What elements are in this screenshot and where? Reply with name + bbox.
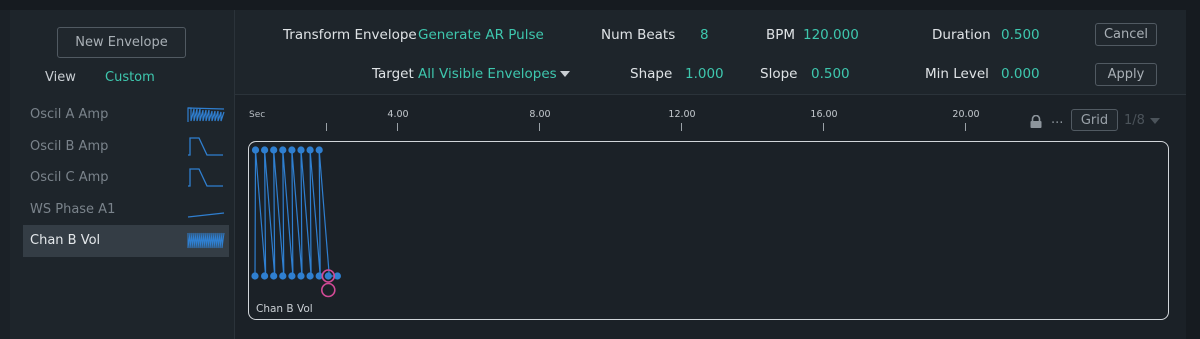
grid-value[interactable]: 1/8 (1124, 113, 1145, 128)
transform-envelope-label: Transform Envelope (283, 27, 417, 43)
ruler-tick (965, 123, 966, 131)
envelope-node[interactable] (261, 272, 269, 280)
bpm-label: BPM (766, 27, 796, 43)
envelope-editor: Sec 4.00 8.00 12.00 16.00 20.00 ... Grid… (235, 95, 1186, 339)
envelope-node[interactable] (306, 272, 314, 280)
envelope-node[interactable] (279, 272, 287, 280)
envelope-node[interactable] (251, 146, 260, 154)
view-label: View (45, 70, 76, 85)
ar-pulse-icon (188, 168, 223, 187)
envelope-item-label: WS Phase A1 (30, 201, 116, 217)
envelope-node[interactable] (288, 272, 296, 280)
envelope-item-chan-b-vol[interactable]: Chan B Vol (23, 225, 229, 257)
grid-button[interactable]: Grid (1071, 109, 1118, 131)
ruler-tick (539, 123, 540, 131)
linear-rise-icon (187, 211, 225, 218)
ruler-label: 8.00 (529, 109, 551, 120)
envelope-item-label: Oscil B Amp (30, 138, 109, 154)
ruler-tick (397, 123, 398, 131)
duration-label: Duration (932, 27, 991, 43)
envelope-node[interactable] (315, 146, 323, 154)
ruler-label: 16.00 (810, 109, 838, 120)
num-beats-value[interactable]: 8 (700, 27, 709, 43)
ruler-tick (326, 123, 327, 131)
envelope-node[interactable] (306, 146, 314, 154)
chevron-down-icon[interactable] (1150, 118, 1160, 124)
envelope-path[interactable] (254, 149, 340, 277)
chevron-down-icon[interactable] (560, 71, 570, 77)
envelope-node[interactable] (297, 146, 305, 154)
window-frame-top (0, 0, 1200, 10)
envelope-item-label: Oscil A Amp (30, 107, 109, 123)
envelope-item-label: Oscil C Amp (30, 170, 109, 186)
apply-button[interactable]: Apply (1095, 63, 1157, 86)
envelope-item-ws-phase-a1[interactable]: WS Phase A1 (23, 194, 229, 226)
envelope-node[interactable] (288, 146, 296, 154)
envelope-item-oscil-c-amp[interactable]: Oscil C Amp (23, 162, 229, 194)
envelope-item-label: Chan B Vol (30, 233, 101, 249)
min-level-value[interactable]: 0.000 (1001, 66, 1040, 82)
envelope-lane-label: Chan B Vol (256, 303, 313, 315)
envelope-node[interactable] (251, 272, 259, 280)
ruler-tick (823, 123, 824, 131)
envelope-node[interactable] (279, 146, 287, 154)
envelope-curve[interactable] (249, 142, 1167, 318)
dense-pulses-icon (187, 232, 225, 249)
ruler-unit-label: Sec (249, 110, 266, 120)
lock-icon[interactable] (1029, 115, 1043, 129)
target-selector[interactable]: All Visible Envelopes (418, 66, 557, 82)
ruler-tick (681, 123, 682, 131)
transform-selector[interactable]: Generate AR Pulse (418, 27, 544, 43)
duration-value[interactable]: 0.500 (1001, 27, 1040, 43)
envelope-item-oscil-a-amp[interactable]: Oscil A Amp (23, 99, 229, 131)
shape-label: Shape (630, 66, 673, 82)
envelope-sidebar: New Envelope View Custom Oscil A Amp Osc… (10, 10, 235, 339)
sawtooth-ramp-icon (187, 107, 225, 122)
envelope-node[interactable] (324, 272, 332, 280)
ruler-label: 12.00 (668, 109, 696, 120)
envelope-list: Oscil A Amp Oscil B Amp Oscil C Amp WS P… (23, 99, 229, 257)
envelope-lane[interactable]: Chan B Vol (248, 141, 1169, 320)
envelope-node[interactable] (270, 146, 278, 154)
slope-label: Slope (760, 66, 798, 82)
transform-toolbar: Transform Envelope Generate AR Pulse Num… (235, 10, 1186, 95)
target-label: Target (372, 66, 414, 82)
slope-value[interactable]: 0.500 (811, 66, 850, 82)
envelope-node[interactable] (270, 272, 278, 280)
new-envelope-button[interactable]: New Envelope (57, 27, 186, 58)
ruler-label: 4.00 (387, 109, 409, 120)
view-selector[interactable]: Custom (105, 70, 155, 85)
window-frame-right (1186, 0, 1200, 339)
min-level-label: Min Level (925, 66, 989, 82)
node-cursor-ring (321, 282, 336, 298)
envelope-item-oscil-b-amp[interactable]: Oscil B Amp (23, 131, 229, 163)
more-options-button[interactable]: ... (1051, 112, 1063, 127)
num-beats-label: Num Beats (601, 27, 676, 43)
cancel-button[interactable]: Cancel (1095, 23, 1157, 46)
envelope-node[interactable] (261, 146, 269, 154)
shape-value[interactable]: 1.000 (685, 66, 724, 82)
ruler-label: 20.00 (952, 109, 980, 120)
envelope-node[interactable] (297, 272, 305, 280)
bpm-value[interactable]: 120.000 (803, 27, 859, 43)
ar-pulse-icon (188, 136, 223, 156)
